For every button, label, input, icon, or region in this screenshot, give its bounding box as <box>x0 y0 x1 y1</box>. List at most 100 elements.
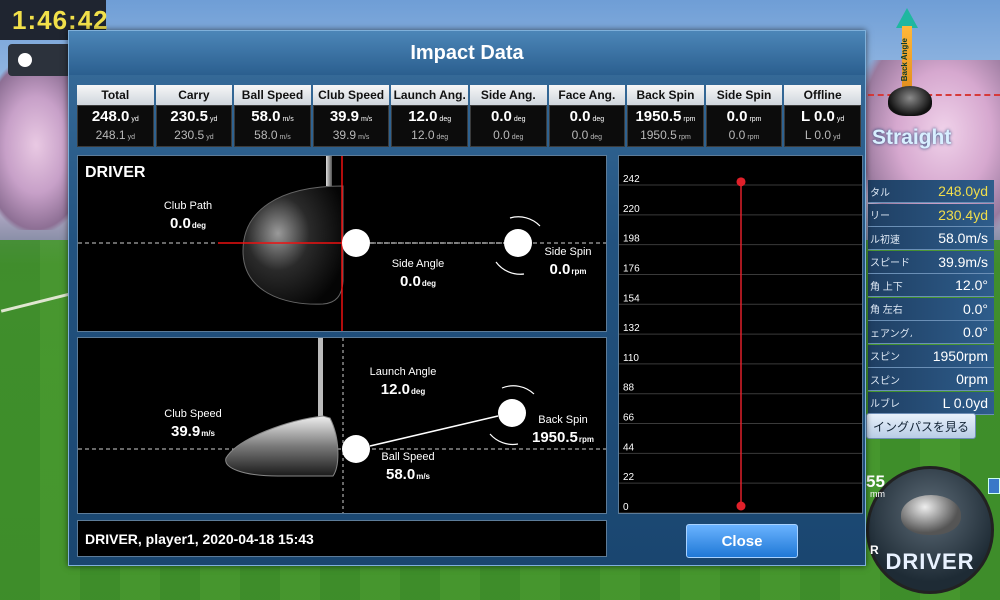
stat-values: 1950.5 rpm 1950.5 rpm <box>627 105 704 147</box>
club-path-readout: Club Path 0.0deg <box>148 200 228 232</box>
y-tick-label: 44 <box>623 442 635 453</box>
stat-values: 39.9 m/s 39.9 m/s <box>312 105 390 147</box>
shot-shape-label: Straight <box>872 126 952 149</box>
back-spin-label: Back Spin <box>538 414 588 426</box>
distance-chart-panel: 242 220 198 176 154 132 110 88 66 44 22 0 <box>618 155 863 514</box>
hud-row-label: 角 上下 <box>870 281 903 293</box>
stat-total: Total 248.0 yd 248.1 yd <box>77 85 154 147</box>
club-speed-readout: Club Speed 39.9m/s <box>153 408 233 440</box>
hud-row-value: 248.0yd <box>938 183 988 199</box>
shot-info-bar: DRIVER, player1, 2020-04-18 15:43 <box>77 520 607 557</box>
hud-row: ェアングル 0.0° <box>868 321 994 344</box>
club-shaft <box>326 156 332 186</box>
stat-value-previous: 39.9 m/s <box>332 127 370 142</box>
close-button[interactable]: Close <box>686 524 798 558</box>
stat-value-previous: L 0.0 yd <box>804 127 841 142</box>
launch-angle-value: 12.0deg <box>380 381 426 398</box>
hud-row: ルブレ L 0.0yd <box>868 391 994 415</box>
hud-row-value: 0.0° <box>962 300 988 317</box>
ball-impact <box>342 229 370 257</box>
hud-row: スピード 39.9m/s <box>868 250 994 274</box>
stat-face-ang: Face Ang. 0.0 deg 0.0 deg <box>548 85 626 147</box>
hud-row-value: 1950rpm <box>932 347 988 364</box>
hud-row-value: 0.0° <box>962 324 988 340</box>
hud-row: タル 248.0yd <box>868 180 994 203</box>
menu-tab-icon[interactable] <box>988 478 1000 494</box>
back-spin-readout: Back Spin 1950.5rpm <box>523 414 603 446</box>
stat-values: 12.0 deg 12.0 deg <box>391 105 468 147</box>
hud-row-label: スピン <box>870 352 900 363</box>
club-speed-label: Club Speed <box>164 408 222 420</box>
hud-row-value: 39.9m/s <box>938 253 988 270</box>
driver-head-icon <box>901 495 961 535</box>
stat-ball-speed: Ball Speed 58.0 m/s 58.0 m/s <box>234 85 311 147</box>
stat-value-current: 12.0 deg <box>408 107 452 125</box>
y-tick-label: 88 <box>623 383 635 394</box>
y-tick-label: 66 <box>623 413 635 424</box>
hud-stats-table: タル 248.0yd リー 230.4yd ル初速 58.0m/s スピード 39.9m/s 角… <box>868 180 994 415</box>
stat-value-current: 248.0 yd <box>91 107 139 125</box>
hud-row-label: リー <box>870 211 890 222</box>
stat-launch-ang: Launch Ang. 12.0 deg 12.0 deg <box>391 85 468 147</box>
stat-label: Club Speed <box>312 85 390 105</box>
spin-arrow-top <box>509 216 541 227</box>
stat-label: Back Spin <box>627 85 704 105</box>
club-path-value: 0.0deg <box>169 215 207 232</box>
distance-unit: mm <box>870 489 885 499</box>
dialog-title: Impact Data <box>69 31 865 75</box>
stat-side-ang: Side Ang. 0.0 deg 0.0 deg <box>469 85 547 147</box>
club-select-button[interactable]: DRIVER <box>866 466 994 594</box>
stat-value-current: 0.0 rpm <box>726 107 762 125</box>
side-spin-readout: Side Spin 0.0rpm <box>533 246 603 278</box>
y-tick-label: 22 <box>623 472 635 483</box>
side-spin-value: 0.0rpm <box>549 261 587 278</box>
ball-speed-readout: Ball Speed 58.0m/s <box>368 451 448 483</box>
ball-flight <box>504 229 532 257</box>
club-head-icon <box>888 86 932 116</box>
y-tick-label: 220 <box>623 204 640 215</box>
ball-speed-label: Ball Speed <box>381 451 435 463</box>
stat-label: Offline <box>784 85 861 105</box>
hud-row-label: ェアングル <box>870 328 912 340</box>
club-path-panel: DRIVER Club Path 0.0deg Side Angle 0.0de… <box>77 155 607 332</box>
stat-values: 58.0 m/s 58.0 m/s <box>234 105 311 147</box>
stat-value-previous: 0.0 rpm <box>728 127 760 142</box>
stat-label: Carry <box>155 85 233 105</box>
aim-arrow-icon[interactable]: Back Angle <box>896 8 918 96</box>
stat-values: 230.5 yd 230.5 yd <box>155 105 233 147</box>
hud-row-label: スピン <box>870 375 900 387</box>
launch-angle-readout: Launch Angle 12.0deg <box>358 366 448 398</box>
impact-data-dialog: Impact Data Total 248.0 yd 248.1 yd Carry 230.… <box>68 30 866 566</box>
club-name: DRIVER <box>885 549 975 574</box>
stat-value-current: L 0.0 yd <box>800 107 845 125</box>
hud-row: リー 230.4yd <box>868 203 994 227</box>
stat-value-previous: 230.5 yd <box>174 127 214 142</box>
back-spin-value: 1950.5rpm <box>531 429 594 446</box>
stat-offline: Offline L 0.0 yd L 0.0 yd <box>784 85 861 147</box>
club-head-top <box>242 185 344 305</box>
ball-flight-side <box>498 399 526 427</box>
stat-value-previous: 0.0 deg <box>493 127 524 142</box>
stat-values: 0.0 rpm 0.0 rpm <box>705 105 783 147</box>
swing-path-button[interactable]: イングパスを見る <box>866 413 976 439</box>
landing-point <box>736 177 746 187</box>
stat-value-current: 1950.5 rpm <box>635 107 696 125</box>
stat-value-current: 0.0 deg <box>569 107 605 125</box>
stat-values: 0.0 deg 0.0 deg <box>469 105 547 147</box>
stat-value-previous: 1950.5 rpm <box>640 127 691 142</box>
hud-row: スピン 0rpm <box>868 368 994 391</box>
backspin-arrow-top <box>501 385 535 395</box>
club-speed-value: 39.9m/s <box>171 423 215 440</box>
club-path-diagram <box>78 156 606 331</box>
hud-row-label: ルブレ <box>870 399 900 410</box>
launch-angle-label: Launch Angle <box>369 366 437 378</box>
side-angle-readout: Side Angle 0.0deg <box>378 258 458 290</box>
y-tick-label: 198 <box>623 234 640 245</box>
stat-value-current: 58.0 m/s <box>251 107 294 125</box>
hud-row-label: ル初速 <box>870 234 900 246</box>
stat-label: Face Ang. <box>548 85 626 105</box>
stat-label: Launch Ang. <box>391 85 468 105</box>
y-tick-label: 176 <box>623 263 640 274</box>
hud-row-label: 角 左右 <box>870 305 903 316</box>
hud-row: 角 左右 0.0° <box>868 297 994 321</box>
